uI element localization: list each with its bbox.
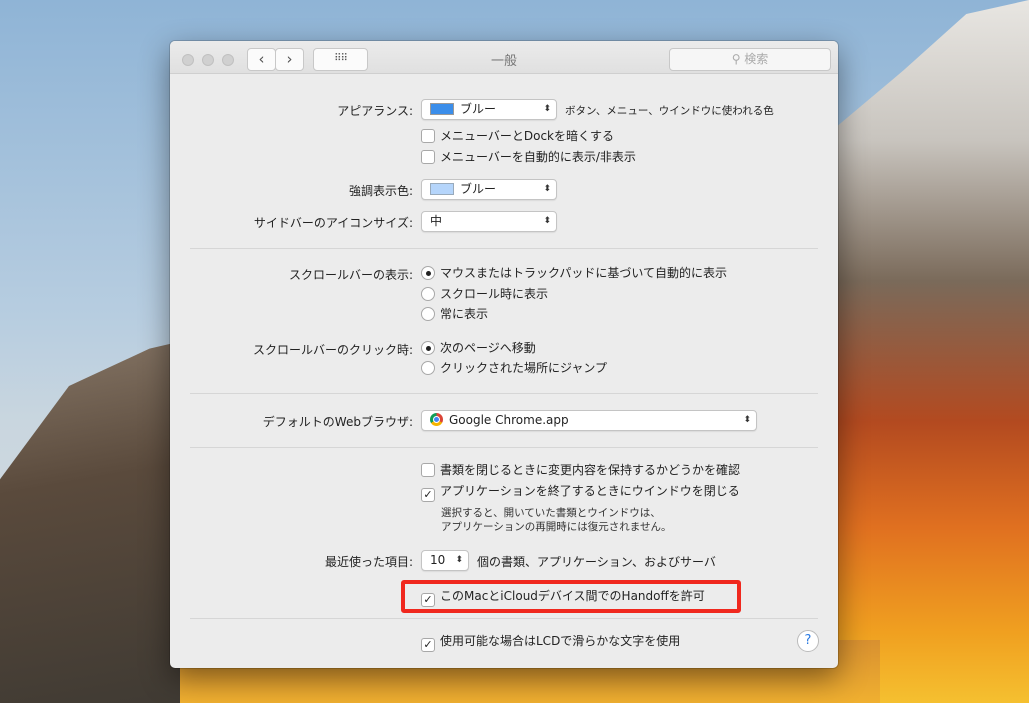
appearance-popup[interactable]: ブルー ⬍ [421,99,557,120]
radio-label: クリックされた場所にジャンプ [440,361,608,375]
chevron-updown-icon: ⬍ [455,555,463,565]
close-windows-note: 選択すると、開いていた書類とウインドウは、 アプリケーションの再開時には復元されま… [441,506,671,534]
checkmark-icon: ✓ [421,488,435,502]
help-button[interactable]: ? [797,630,819,652]
dark-menu-checkbox[interactable]: メニューバーとDockを暗くする [421,128,614,144]
general-preferences-window: ‹ › ⠿⠿ 一般 ⚲ 検索 アピアランス: ブルー ⬍ ボタン、メニュー、ウイン… [170,41,838,668]
chevron-updown-icon: ⬍ [743,415,751,425]
highlight-popup[interactable]: ブルー ⬍ [421,179,557,200]
highlight-value: ブルー [460,182,497,196]
checkbox-label: アプリケーションを終了するときにウインドウを閉じる [440,484,740,498]
appearance-description: ボタン、メニュー、ウインドウに使われる色 [565,105,774,117]
close-windows-checkbox[interactable]: ✓ アプリケーションを終了するときにウインドウを閉じる [421,483,740,502]
blue-swatch [430,103,454,115]
checkbox-label: 使用可能な場合はLCDで滑らかな文字を使用 [440,634,681,648]
light-blue-swatch [430,183,454,195]
scroll-always-radio[interactable]: 常に表示 [421,306,488,322]
radio-label: スクロール時に表示 [440,287,549,301]
ask-keep-changes-checkbox[interactable]: 書類を閉じるときに変更内容を保持するかどうかを確認 [421,462,740,478]
radio-label: 次のページへ移動 [440,341,536,355]
auto-hide-menu-checkbox[interactable]: メニューバーを自動的に表示/非表示 [421,149,636,165]
radio-label: 常に表示 [440,307,489,321]
browser-popup[interactable]: Google Chrome.app ⬍ [421,410,757,431]
chrome-icon [430,413,443,426]
chevron-updown-icon: ⬍ [543,184,551,194]
highlight-label: 強調表示色: [348,184,413,198]
title-bar: ‹ › ⠿⠿ 一般 ⚲ 検索 [170,41,838,74]
divider [190,618,818,619]
radio-label: マウスまたはトラックパッドに基づいて自動的に表示 [440,266,728,280]
search-icon: ⚲ [731,52,745,66]
note-line: 選択すると、開いていた書類とウインドウは、 [441,507,661,519]
appearance-label: アピアランス: [337,104,413,118]
radio-dot [421,361,435,375]
sidebar-icon-size-popup[interactable]: 中 ⬍ [421,211,557,232]
recent-items-value: 10 [430,553,446,567]
click-jump-radio[interactable]: クリックされた場所にジャンプ [421,360,607,376]
appearance-value: ブルー [460,102,497,116]
radio-dot [421,307,435,321]
scrollbar-show-label: スクロールバーの表示: [288,268,413,282]
checkbox-box [421,150,435,164]
scroll-auto-radio[interactable]: マウスまたはトラックパッドに基づいて自動的に表示 [421,265,727,281]
checkmark-icon: ✓ [421,593,435,607]
handoff-checkbox[interactable]: ✓ このMacとiCloudデバイス間でのHandoffを許可 [421,588,705,607]
search-placeholder: 検索 [744,52,769,66]
note-line: アプリケーションの再開時には復元されません。 [441,521,672,533]
sidebar-icon-size-label: サイドバーのアイコンサイズ: [253,216,413,230]
recent-items-popup[interactable]: 10 ⬍ [421,550,469,571]
browser-label: デフォルトのWebブラウザ: [262,415,413,429]
chevron-updown-icon: ⬍ [543,104,551,114]
checkbox-box [421,463,435,477]
divider [190,393,818,394]
radio-dot [421,341,435,355]
browser-value: Google Chrome.app [449,413,569,427]
checkbox-label: メニューバーを自動的に表示/非表示 [440,150,636,164]
scroll-when-scrolling-radio[interactable]: スクロール時に表示 [421,286,548,302]
click-next-page-radio[interactable]: 次のページへ移動 [421,340,536,356]
divider [190,248,818,249]
recent-items-suffix: 個の書類、アプリケーション、およびサーバ [477,555,716,569]
lcd-smoothing-checkbox[interactable]: ✓ 使用可能な場合はLCDで滑らかな文字を使用 [421,633,680,652]
chevron-updown-icon: ⬍ [543,216,551,226]
divider [190,447,818,448]
recent-items-label: 最近使った項目: [324,555,413,569]
checkmark-icon: ✓ [421,638,435,652]
radio-dot [421,266,435,280]
checkbox-label: メニューバーとDockを暗くする [440,129,615,143]
search-field[interactable]: ⚲ 検索 [669,48,831,71]
checkbox-box [421,129,435,143]
sidebar-icon-size-value: 中 [430,214,443,228]
checkbox-label: 書類を閉じるときに変更内容を保持するかどうかを確認 [440,463,741,477]
wallpaper-mountain-right [820,0,1029,703]
checkbox-label: このMacとiCloudデバイス間でのHandoffを許可 [440,589,705,603]
radio-dot [421,287,435,301]
scrollbar-click-label: スクロールバーのクリック時: [252,343,413,357]
